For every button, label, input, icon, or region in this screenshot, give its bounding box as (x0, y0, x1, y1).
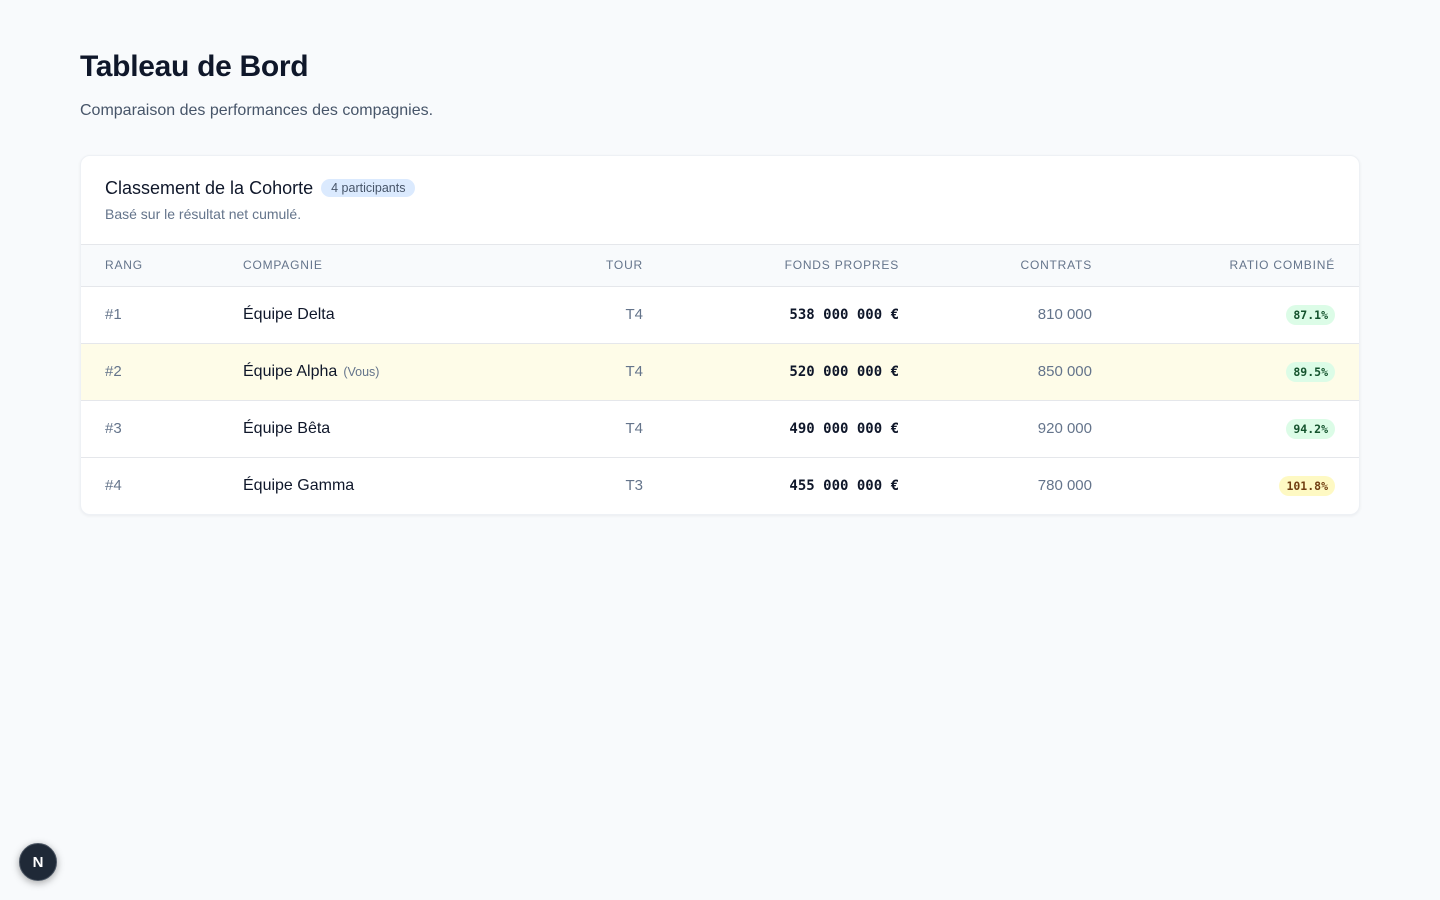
ratio-cell: 89.5% (1092, 343, 1359, 401)
company-cell: Équipe Bêta (243, 400, 543, 458)
rank-cell: #4 (105, 477, 122, 495)
leaderboard-header: Classement de la Cohorte 4 participants … (81, 156, 1359, 245)
contracts-cell: 850 000 (899, 343, 1092, 401)
table-row-current-user: #2 Équipe Alpha (Vous) T4 520 000 000 € 8… (81, 343, 1359, 401)
dev-badge-label: N (32, 853, 44, 871)
contracts-cell: 780 000 (1037, 477, 1092, 495)
contracts-cell: 920 000 (899, 400, 1092, 458)
company-name: Équipe Gamma (243, 476, 355, 494)
ratio-cell: 87.1% (1092, 286, 1359, 344)
column-header-tour: Tour (606, 258, 643, 273)
tour-cell: T3 (625, 477, 643, 495)
table-row: #1 Équipe Delta T4 538 000 000 € 810 000… (81, 286, 1359, 344)
funds-cell: 455 000 000 € (789, 477, 899, 494)
contracts-cell: 810 000 (899, 286, 1092, 344)
column-header-rank: Rang (105, 258, 143, 273)
company-name: Équipe Delta (243, 305, 335, 323)
page-title: Tableau de Bord (80, 50, 309, 83)
company-name: Équipe Bêta (243, 419, 331, 437)
funds-cell: 520 000 000 € (643, 343, 899, 401)
tour-cell: T4 (543, 400, 643, 458)
column-header-funds: Fonds propres (784, 258, 899, 273)
ratio-badge: 89.5% (1286, 361, 1335, 382)
company-cell: Équipe Delta (243, 286, 543, 344)
table-row: #3 Équipe Bêta T4 490 000 000 € 920 000 … (81, 400, 1359, 458)
ratio-badge: 94.2% (1286, 418, 1335, 439)
company-cell: Équipe Alpha (Vous) (243, 343, 543, 401)
table-header-row: Rang Compagnie Tour Fonds propres Contra… (81, 245, 1359, 286)
column-header-contracts: Contrats (1020, 258, 1092, 273)
dashboard-page: Tableau de Bord Comparaison des performa… (0, 0, 1440, 900)
rank-cell: #3 (81, 400, 243, 458)
leaderboard-card: Classement de la Cohorte 4 participants … (80, 155, 1360, 515)
tour-cell: T4 (543, 286, 643, 344)
participants-badge: 4 participants (321, 179, 416, 197)
leaderboard-title: Classement de la Cohorte (105, 178, 314, 198)
tour-cell: T4 (543, 343, 643, 401)
column-header-ratio: Ratio combiné (1229, 258, 1335, 273)
leaderboard-title-row: Classement de la Cohorte 4 participants (105, 177, 1335, 199)
ratio-cell: 101.8% (1092, 457, 1359, 514)
rank-cell: #2 (81, 343, 243, 401)
ratio-cell: 94.2% (1092, 400, 1359, 458)
page-subtitle: Comparaison des performances des compagn… (80, 102, 434, 119)
rank-cell: #1 (81, 286, 243, 344)
you-label: (Vous) (343, 364, 380, 379)
funds-cell: 538 000 000 € (643, 286, 899, 344)
funds-cell: 490 000 000 € (643, 400, 899, 458)
column-header-company: Compagnie (243, 258, 323, 273)
table-row: #4 Équipe Gamma T3 455 000 000 € 780 000… (81, 457, 1359, 514)
ratio-badge: 87.1% (1286, 304, 1335, 325)
company-cell: Équipe Gamma (243, 457, 543, 514)
nextjs-logo-icon[interactable]: N (19, 843, 57, 881)
leaderboard-subtitle: Basé sur le résultat net cumulé. (105, 206, 302, 222)
ratio-badge: 101.8% (1279, 475, 1335, 496)
leaderboard-table: Rang Compagnie Tour Fonds propres Contra… (81, 245, 1359, 514)
company-name: Équipe Alpha (243, 362, 338, 380)
